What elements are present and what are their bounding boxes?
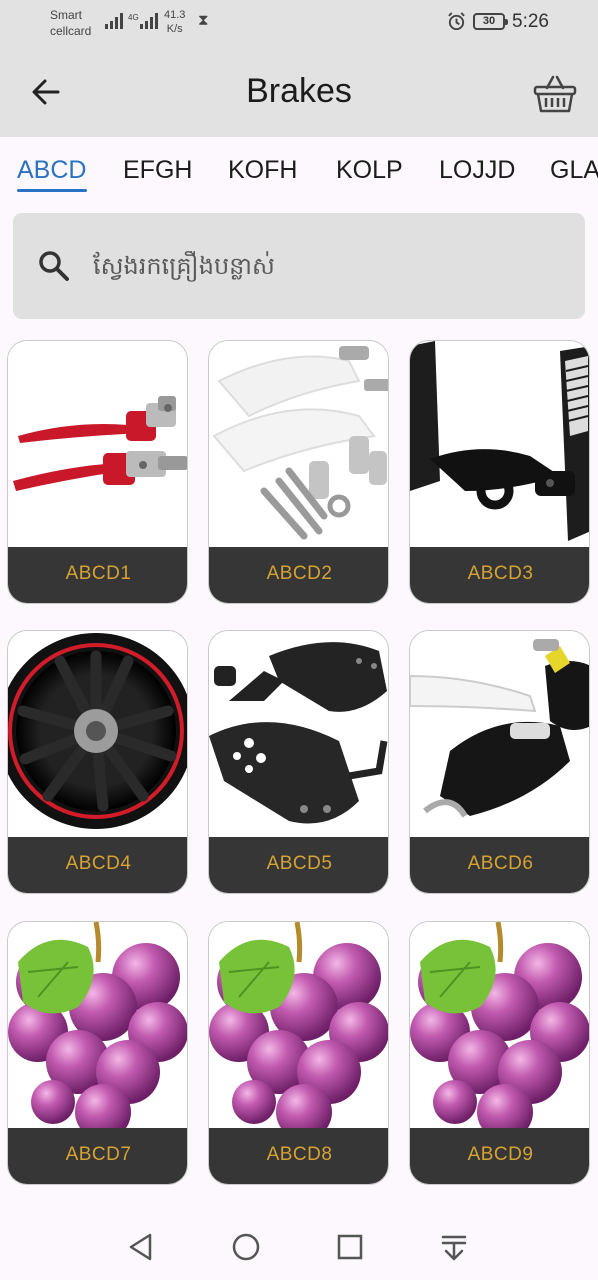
card-footer: ABCD4 bbox=[8, 837, 187, 893]
signal-icon bbox=[105, 13, 123, 29]
grapes-image bbox=[8, 922, 187, 1128]
card-footer: ABCD9 bbox=[410, 1128, 589, 1184]
status-time: 5:26 bbox=[512, 11, 549, 32]
grapes-image bbox=[410, 922, 589, 1128]
product-label: ABCD1 bbox=[65, 563, 132, 584]
barkbusters-handguard-image bbox=[410, 631, 589, 837]
card-footer: ABCD8 bbox=[209, 1128, 388, 1184]
product-label: ABCD2 bbox=[266, 563, 333, 584]
carbon-handguard-image bbox=[209, 631, 388, 837]
signal-4g-icon: 4G bbox=[128, 13, 158, 29]
network-speed: 41.3 K/s bbox=[164, 9, 186, 35]
tab-lojjd[interactable]: LOJJD bbox=[439, 155, 515, 185]
svg-text:4G: 4G bbox=[128, 13, 139, 22]
card-footer: ABCD6 bbox=[410, 837, 589, 893]
alarm-icon bbox=[448, 12, 465, 31]
tab-kofh[interactable]: KOFH bbox=[228, 155, 297, 185]
tab-indicator bbox=[17, 189, 87, 192]
page-title: Brakes bbox=[246, 72, 352, 110]
tab-gla[interactable]: GLA bbox=[550, 155, 598, 185]
carrier-label: Smart cellcard bbox=[50, 8, 92, 38]
brake-lever-image bbox=[8, 341, 187, 547]
card-footer: ABCD1 bbox=[8, 547, 187, 603]
product-card-abcd9[interactable]: ABCD9 bbox=[409, 921, 590, 1185]
card-footer: ABCD7 bbox=[8, 1128, 187, 1184]
product-label: ABCD4 bbox=[65, 853, 132, 874]
product-card-abcd1[interactable]: ABCD1 bbox=[7, 340, 188, 604]
product-label: ABCD7 bbox=[65, 1144, 132, 1165]
wheel-image bbox=[8, 631, 187, 837]
product-card-abcd2[interactable]: ABCD2 bbox=[208, 340, 389, 604]
card-footer: ABCD5 bbox=[209, 837, 388, 893]
category-tabs: ABCD EFGH KOFH KOLP LOJJD GLA bbox=[0, 137, 598, 211]
app-header: Smart cellcard 4G 41.3 K/s ⧗ 30 5:26 Bra… bbox=[0, 0, 598, 137]
handguard-image bbox=[209, 341, 388, 547]
product-card-abcd7[interactable]: ABCD7 bbox=[7, 921, 188, 1185]
search-input[interactable] bbox=[93, 243, 563, 289]
product-card-abcd3[interactable]: ABCD3 bbox=[409, 340, 590, 604]
notification-pull-icon[interactable] bbox=[437, 1230, 471, 1264]
card-footer: ABCD3 bbox=[410, 547, 589, 603]
shopping-basket-icon[interactable] bbox=[532, 72, 578, 116]
tab-efgh[interactable]: EFGH bbox=[123, 155, 192, 185]
product-card-abcd6[interactable]: ABCD6 bbox=[409, 630, 590, 894]
hourglass-icon: ⧗ bbox=[198, 12, 209, 29]
product-label: ABCD9 bbox=[467, 1144, 534, 1165]
battery-indicator: 30 bbox=[473, 13, 508, 30]
handguard-mount-image bbox=[410, 341, 589, 547]
product-card-abcd4[interactable]: ABCD4 bbox=[7, 630, 188, 894]
search-icon bbox=[39, 251, 69, 281]
product-label: ABCD6 bbox=[467, 853, 534, 874]
product-label: ABCD8 bbox=[266, 1144, 333, 1165]
product-label: ABCD5 bbox=[266, 853, 333, 874]
product-card-abcd5[interactable]: ABCD5 bbox=[208, 630, 389, 894]
back-triangle-icon[interactable] bbox=[124, 1230, 158, 1264]
system-nav-bar bbox=[0, 1212, 598, 1280]
recents-square-icon[interactable] bbox=[333, 1230, 367, 1264]
tab-kolp[interactable]: KOLP bbox=[336, 155, 403, 185]
product-card-abcd8[interactable]: ABCD8 bbox=[208, 921, 389, 1185]
tab-abcd[interactable]: ABCD bbox=[17, 155, 86, 185]
product-label: ABCD3 bbox=[467, 563, 534, 584]
search-bar[interactable] bbox=[13, 213, 585, 319]
card-footer: ABCD2 bbox=[209, 547, 388, 603]
status-bar: Smart cellcard 4G 41.3 K/s ⧗ 30 5:26 bbox=[0, 0, 598, 46]
grapes-image bbox=[209, 922, 388, 1128]
home-circle-icon[interactable] bbox=[229, 1230, 263, 1264]
